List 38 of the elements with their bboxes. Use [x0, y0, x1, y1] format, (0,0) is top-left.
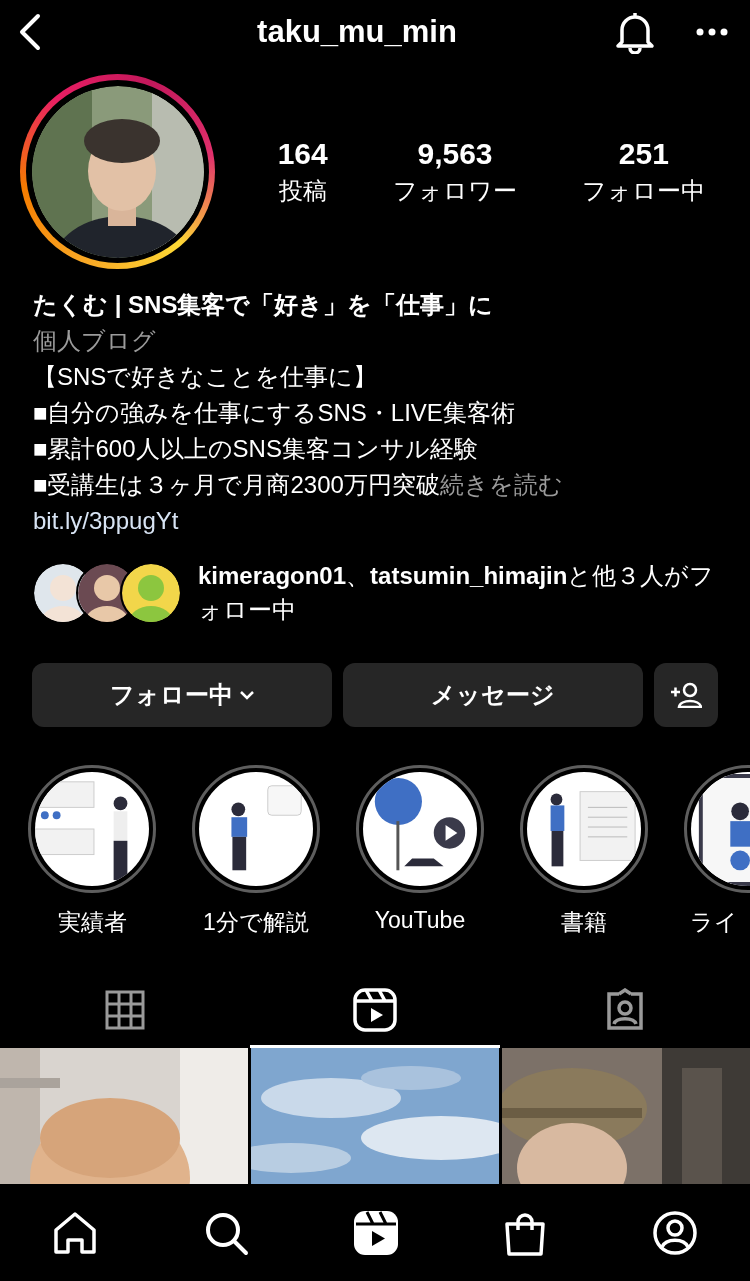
profile-icon[interactable]	[651, 1210, 698, 1256]
add-person-button[interactable]	[654, 663, 718, 727]
bio-line: ■累計600人以上のSNS集客コンサル経験	[33, 434, 479, 464]
followed-by-text[interactable]: kimeragon01、tatsumin_himajinと他３人がフォロー中	[198, 559, 730, 627]
highlight-label: ライ	[689, 908, 738, 937]
highlight-label: YouTube	[374, 907, 466, 934]
highlight-label: 書籍	[561, 908, 607, 937]
stat-label: 投稿	[278, 175, 327, 206]
caret-icon	[238, 690, 255, 700]
read-more-link[interactable]: 続きを読む	[439, 471, 563, 498]
bio-line: ■自分の強みを仕事にするSNS・LIVE集客術	[33, 398, 516, 428]
bell-icon[interactable]	[614, 10, 656, 54]
highlight-label: 1分で解説	[203, 908, 309, 937]
stat-count: 251	[618, 136, 669, 171]
category-label: 個人ブログ	[33, 326, 157, 356]
following-button[interactable]: フォロー中	[32, 663, 332, 727]
shopping-bag-icon[interactable]	[503, 1210, 548, 1256]
message-button[interactable]: メッセージ	[343, 663, 643, 727]
add-person-icon	[670, 682, 702, 708]
stat-count: 9,563	[417, 136, 493, 171]
highlight-circle[interactable]	[520, 765, 648, 893]
reels-icon	[352, 986, 398, 1033]
bio-link[interactable]: bit.ly/3ppugYt	[33, 507, 179, 534]
stat-label: フォロー中	[582, 175, 706, 206]
more-icon[interactable]	[696, 28, 728, 36]
home-icon[interactable]	[52, 1210, 99, 1256]
reels-icon[interactable]	[352, 1210, 399, 1256]
highlight-circle[interactable]	[28, 765, 156, 893]
stat-count: 164	[277, 136, 328, 171]
stat-label: フォロワー	[393, 175, 518, 206]
highlight-circle[interactable]	[356, 765, 484, 893]
highlight-label: 実績者	[57, 908, 127, 937]
bio-line: 【SNSで好きなことを仕事に】	[33, 362, 379, 392]
grid-icon	[105, 989, 145, 1030]
display-name: たくむ | SNS集客で「好き」を「仕事」に	[33, 290, 495, 320]
username-title: taku_mu_min	[257, 14, 457, 50]
highlight-circle[interactable]	[192, 765, 320, 893]
bio-line: ■受講生は３ヶ月で月商2300万円突破	[33, 471, 440, 498]
